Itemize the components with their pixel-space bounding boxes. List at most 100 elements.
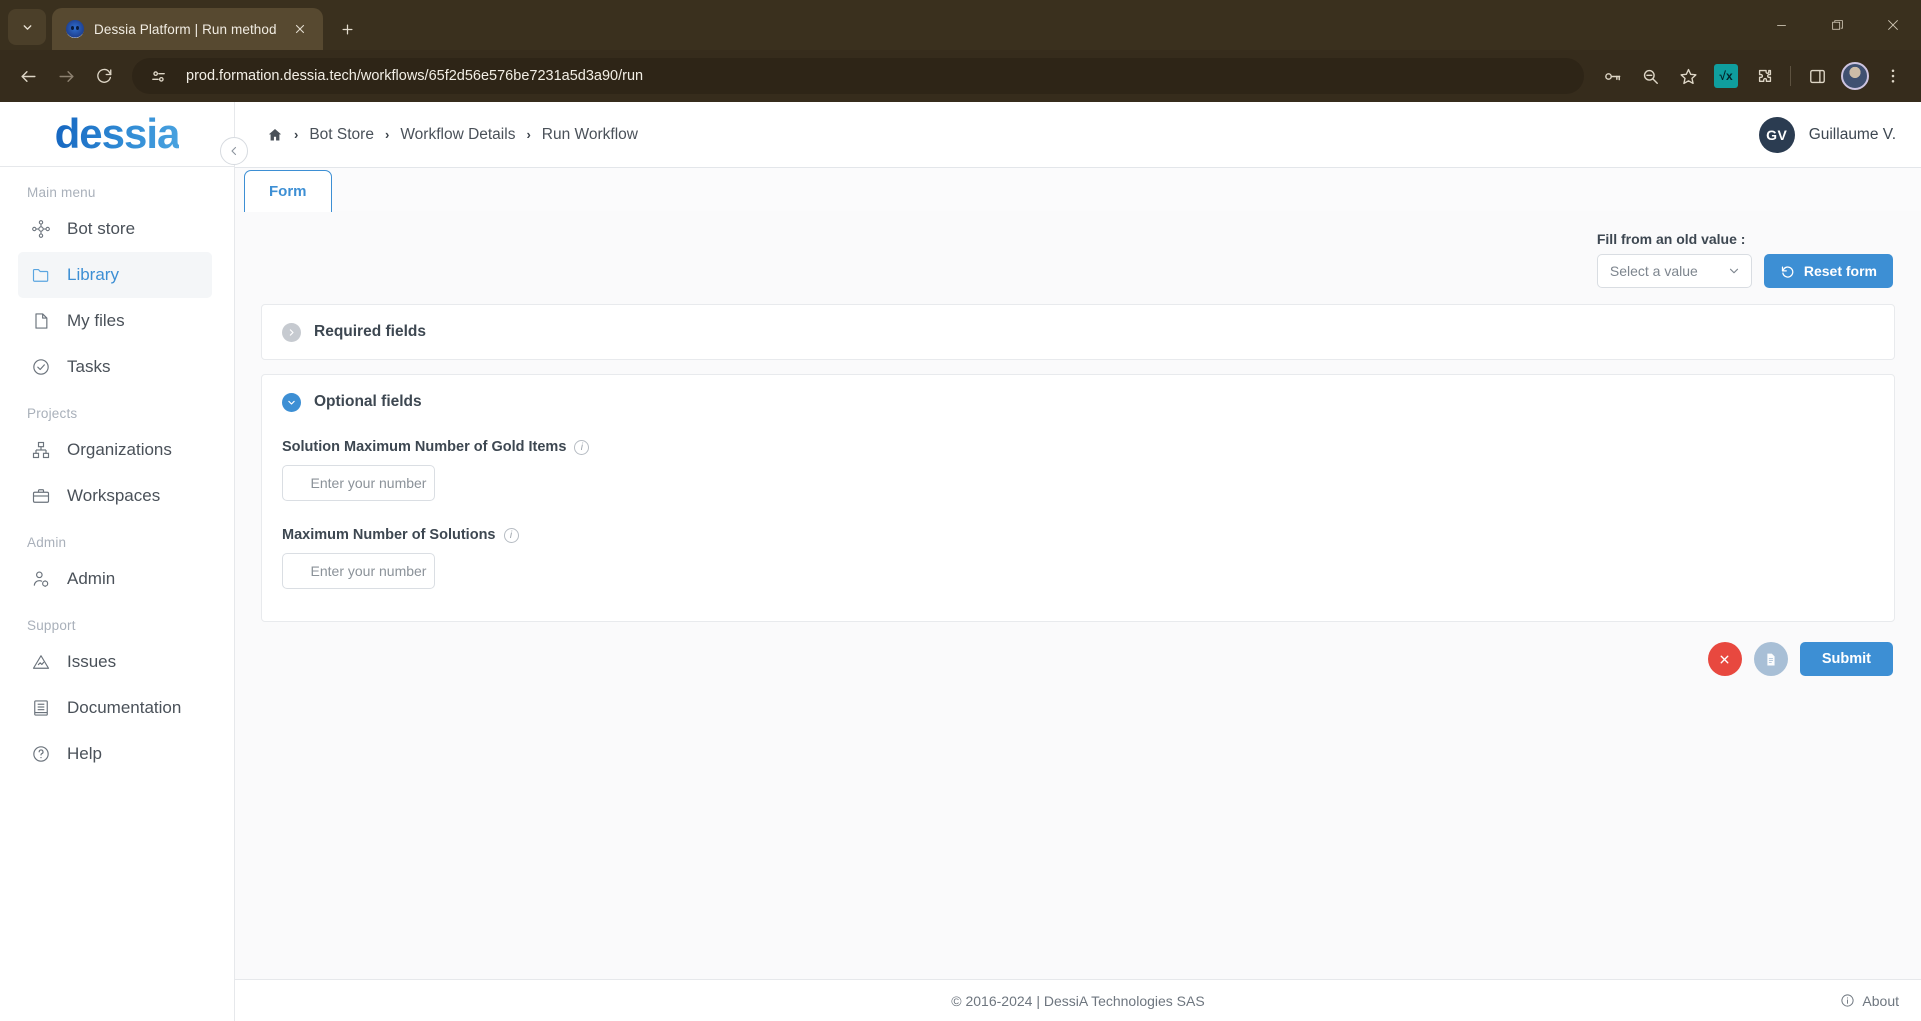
user-name: Guillaume V. xyxy=(1808,125,1896,143)
password-key-icon[interactable] xyxy=(1594,58,1630,94)
page-viewport: dessia Main menu Bot store Library My fi… xyxy=(0,102,1921,1021)
address-bar-url: prod.formation.dessia.tech/workflows/65f… xyxy=(186,68,644,84)
optional-fields-title: Optional fields xyxy=(314,393,422,410)
breadcrumb-item-bot-store[interactable]: Bot Store xyxy=(309,126,374,144)
dessia-logo[interactable]: dessia xyxy=(55,113,181,155)
fill-from-old-value-label: Fill from an old value : xyxy=(1596,231,1746,247)
optional-fields-header[interactable]: Optional fields xyxy=(282,375,1874,429)
breadcrumb-item-run-workflow[interactable]: Run Workflow xyxy=(542,126,638,144)
info-icon[interactable]: i xyxy=(503,527,519,543)
reset-form-button[interactable]: Reset form xyxy=(1763,254,1893,288)
sidebar-item-bot-store[interactable]: Bot store xyxy=(18,206,212,252)
side-panel-icon[interactable] xyxy=(1799,58,1835,94)
solution-max-gold-items-input[interactable] xyxy=(282,465,435,501)
sidebar-nav: Main menu Bot store Library My files Tas… xyxy=(0,167,234,1021)
sidebar-item-organizations[interactable]: Organizations xyxy=(18,427,212,473)
sidebar-collapse-button[interactable] xyxy=(220,137,248,165)
forward-icon[interactable] xyxy=(48,58,84,94)
old-value-select[interactable]: Select a value xyxy=(1596,254,1752,288)
new-tab-button[interactable] xyxy=(335,16,361,42)
dessia-favicon-icon xyxy=(66,20,84,38)
file-icon xyxy=(30,311,51,332)
sidebar-item-label: My files xyxy=(67,311,125,330)
footer-copyright: © 2016-2024 | DessiA Technologies SAS xyxy=(951,992,1205,1009)
field-label-row: Solution Maximum Number of Gold Items i xyxy=(282,439,1874,455)
field-max-number-of-solutions: Maximum Number of Solutions i xyxy=(282,527,1874,589)
sidebar-group-admin: Admin xyxy=(27,535,67,550)
optional-fields-card: Optional fields Solution Maximum Number … xyxy=(261,374,1895,622)
user-gear-icon xyxy=(30,569,51,590)
browser-window: Dessia Platform | Run method prod.format… xyxy=(0,0,1921,1021)
toolbar-right-icons: √x xyxy=(1594,58,1911,94)
app-footer: © 2016-2024 | DessiA Technologies SAS Ab… xyxy=(235,979,1921,1021)
sidebar-item-library[interactable]: Library xyxy=(18,252,212,298)
logo-container: dessia xyxy=(0,102,234,167)
required-fields-card: Required fields xyxy=(261,304,1895,360)
about-label: About xyxy=(1862,992,1899,1009)
avatar xyxy=(1841,62,1869,90)
extensions-puzzle-icon[interactable] xyxy=(1746,58,1782,94)
about-link[interactable]: About xyxy=(1840,993,1899,1009)
minimize-icon[interactable] xyxy=(1753,0,1809,50)
document-icon xyxy=(1763,652,1778,667)
fill-from-old-value-block: Fill from an old value : Select a value xyxy=(1596,231,1752,288)
app-sidebar: dessia Main menu Bot store Library My fi… xyxy=(0,102,248,1021)
submit-button[interactable]: Submit xyxy=(1799,642,1893,676)
breadcrumb-item-workflow-details[interactable]: Workflow Details xyxy=(400,126,515,144)
user-menu[interactable]: GV Guillaume V. xyxy=(1758,116,1896,153)
sidebar-group-support: Support xyxy=(27,618,76,633)
restore-icon[interactable] xyxy=(1809,0,1865,50)
book-icon xyxy=(30,698,51,719)
site-settings-icon[interactable] xyxy=(140,58,176,94)
sidebar-item-label: Issues xyxy=(67,652,117,671)
sidebar-item-my-files[interactable]: My files xyxy=(18,298,212,344)
browser-menu-icon[interactable] xyxy=(1875,58,1911,94)
math-extension-icon[interactable]: √x xyxy=(1708,58,1744,94)
tab-close-icon[interactable] xyxy=(287,16,313,42)
info-icon xyxy=(1840,993,1855,1008)
chevron-down-icon xyxy=(1727,264,1741,278)
sidebar-item-help[interactable]: Help xyxy=(18,731,212,777)
field-solution-max-gold-items: Solution Maximum Number of Gold Items i xyxy=(282,439,1874,501)
reset-arrow-icon xyxy=(1780,264,1795,279)
close-icon[interactable] xyxy=(1865,0,1921,50)
browser-tab-title: Dessia Platform | Run method xyxy=(94,21,277,37)
sidebar-item-issues[interactable]: Issues xyxy=(18,639,212,685)
required-fields-header[interactable]: Required fields xyxy=(282,305,1874,359)
breadcrumb-separator: › xyxy=(526,127,531,142)
info-icon[interactable]: i xyxy=(574,439,590,455)
browser-tab[interactable]: Dessia Platform | Run method xyxy=(52,8,323,50)
window-controls xyxy=(1753,0,1921,50)
tab-search-button[interactable] xyxy=(8,9,46,45)
app-topbar: › Bot Store › Workflow Details › Run Wor… xyxy=(235,102,1921,167)
form-actions: Submit xyxy=(261,636,1895,676)
profile-avatar-icon[interactable] xyxy=(1837,58,1873,94)
check-circle-icon xyxy=(30,357,51,378)
sidebar-item-label: Bot store xyxy=(67,219,136,238)
sidebar-item-label: Workspaces xyxy=(67,486,161,505)
question-circle-icon xyxy=(30,744,51,765)
field-label: Maximum Number of Solutions xyxy=(282,527,496,543)
tab-form[interactable]: Form xyxy=(244,170,332,212)
form-content: Fill from an old value : Select a value xyxy=(235,211,1921,979)
browser-tab-strip: Dessia Platform | Run method xyxy=(0,0,1921,50)
reload-icon[interactable] xyxy=(86,58,122,94)
sidebar-item-label: Admin xyxy=(67,569,116,588)
sidebar-item-documentation[interactable]: Documentation xyxy=(18,685,212,731)
sidebar-item-admin[interactable]: Admin xyxy=(18,556,212,602)
max-number-of-solutions-input[interactable] xyxy=(282,553,435,589)
avatar: GV xyxy=(1758,116,1795,153)
warning-triangle-icon xyxy=(30,652,51,673)
home-icon[interactable] xyxy=(267,127,283,143)
zoom-out-icon[interactable] xyxy=(1632,58,1668,94)
old-value-select-value: Select a value xyxy=(1609,263,1698,279)
sidebar-item-workspaces[interactable]: Workspaces xyxy=(18,473,212,519)
sidebar-group-main-menu: Main menu xyxy=(27,185,96,200)
cancel-button[interactable] xyxy=(1707,642,1742,676)
back-icon[interactable] xyxy=(10,58,46,94)
bookmark-star-icon[interactable] xyxy=(1670,58,1706,94)
document-button[interactable] xyxy=(1753,642,1788,676)
address-bar[interactable]: prod.formation.dessia.tech/workflows/65f… xyxy=(132,58,1584,94)
sidebar-item-tasks[interactable]: Tasks xyxy=(18,344,212,390)
sidebar-group-projects: Projects xyxy=(27,406,78,421)
